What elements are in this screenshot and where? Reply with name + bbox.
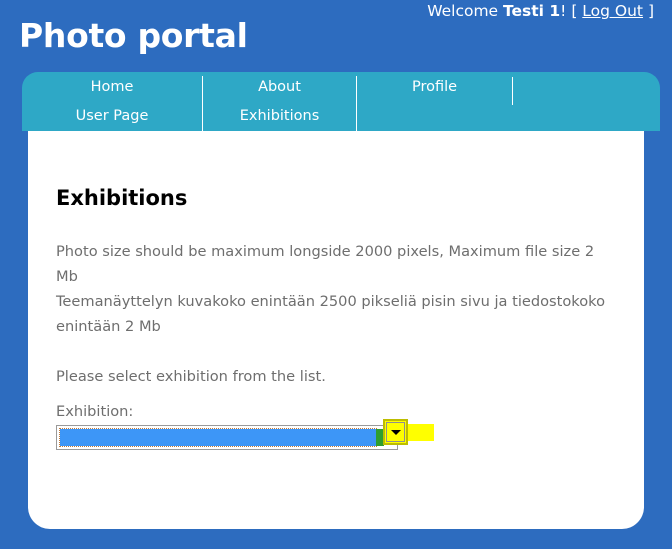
page-title: Exhibitions: [56, 186, 188, 210]
welcome-prefix: Welcome: [427, 2, 504, 20]
nav-item-about[interactable]: About: [203, 79, 356, 95]
content-panel: Exhibitions Photo size should be maximum…: [28, 131, 644, 529]
welcome-bar: Welcome Testi 1! [ Log Out ]: [427, 2, 654, 20]
exhibition-select[interactable]: [56, 425, 398, 450]
nav-column-about: About Exhibitions: [203, 72, 356, 131]
nav-column-home: Home User Page: [22, 72, 202, 131]
intro-text: Photo size should be maximum longside 20…: [56, 239, 616, 389]
nav-item-home[interactable]: Home: [22, 79, 202, 95]
caret-down-glyph: [390, 430, 401, 435]
nav-item-user-page[interactable]: User Page: [22, 108, 202, 124]
logout-link[interactable]: Log Out: [582, 2, 643, 20]
exhibition-select-wrapper: [56, 425, 398, 450]
exhibition-label: Exhibition:: [56, 403, 134, 420]
page-root: Welcome Testi 1! [ Log Out ] Photo porta…: [0, 0, 672, 549]
site-header: Welcome Testi 1! [ Log Out ] Photo porta…: [0, 0, 672, 72]
welcome-suffix: ! [: [560, 2, 583, 20]
paragraph-photo-size: Photo size should be maximum longside 20…: [56, 243, 595, 285]
paragraph-teemanayttely: Teemanäyttelyn kuvakoko enintään 2500 pi…: [56, 293, 606, 335]
caret-down-icon[interactable]: [386, 422, 405, 442]
exhibition-select-value: [59, 428, 377, 447]
highlight-annotation-tail: [406, 424, 434, 441]
main-navigation: Home User Page About Exhibitions Profile: [22, 72, 660, 131]
bracket-close: ]: [643, 2, 654, 20]
nav-item-profile[interactable]: Profile: [357, 79, 512, 95]
user-name: Testi 1: [503, 2, 561, 20]
nav-divider-3: [512, 77, 513, 105]
site-title: Photo portal: [19, 16, 248, 55]
paragraph-select-prompt: Please select exhibition from the list.: [56, 368, 326, 385]
footer-strip: [0, 529, 672, 549]
nav-item-exhibitions[interactable]: Exhibitions: [203, 108, 356, 124]
nav-column-profile: Profile: [357, 72, 512, 131]
